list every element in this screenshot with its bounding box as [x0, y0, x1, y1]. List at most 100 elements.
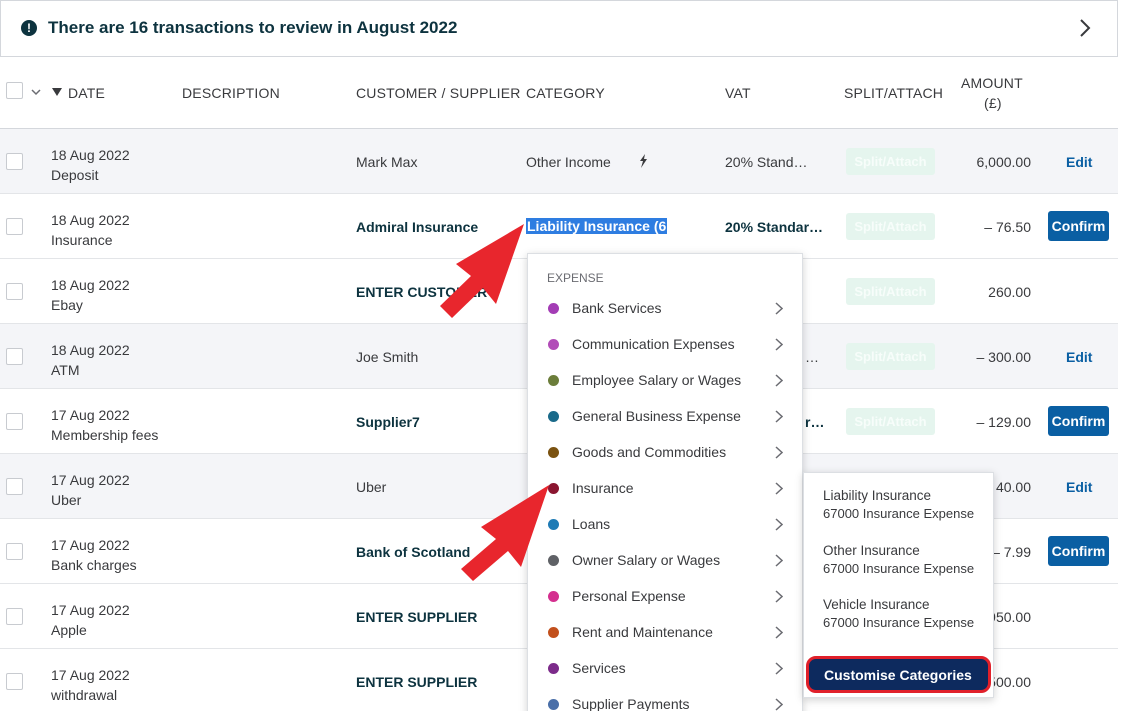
submenu-item-account: 67000 Insurance Expense — [823, 615, 975, 630]
row-amount: – 300.00 — [976, 349, 1032, 365]
column-description[interactable]: DESCRIPTION — [182, 85, 280, 101]
submenu-item-account: 67000 Insurance Expense — [823, 561, 975, 576]
row-vat[interactable]: 20% Stand… — [725, 154, 825, 170]
menu-item-label: Goods and Commodities — [572, 444, 727, 460]
column-customer[interactable]: CUSTOMER / SUPPLIER — [356, 85, 521, 101]
chevron-right-icon — [775, 338, 783, 351]
menu-item-label: Rent and Maintenance — [572, 624, 713, 640]
menu-item-label: General Business Expense — [572, 408, 741, 424]
color-dot-icon — [548, 303, 559, 314]
review-banner[interactable]: ! There are 16 transactions to review in… — [0, 0, 1118, 57]
row-description: withdrawal — [51, 687, 118, 703]
menu-item-owner-salary[interactable]: Owner Salary or Wages — [528, 542, 802, 578]
split-attach-button[interactable]: Split/Attach — [846, 343, 935, 370]
row-date: 18 Aug 2022 — [51, 212, 130, 228]
sort-desc-icon[interactable] — [52, 88, 62, 96]
row-amount: – 7.99 — [992, 544, 1031, 560]
row-checkbox[interactable] — [6, 283, 23, 300]
row-customer[interactable]: Bank of Scotland — [356, 544, 470, 560]
menu-item-general-business-expense[interactable]: General Business Expense — [528, 398, 802, 434]
row-amount: – 76.50 — [984, 219, 1031, 235]
row-customer[interactable]: Supplier7 — [356, 414, 420, 430]
menu-item-rent-and-maintenance[interactable]: Rent and Maintenance — [528, 614, 802, 650]
row-checkbox[interactable] — [6, 413, 23, 430]
row-vat[interactable]: 20% Standar… — [725, 219, 825, 235]
column-category[interactable]: CATEGORY — [526, 85, 605, 101]
row-customer[interactable]: ENTER SUPPLIER — [356, 674, 477, 690]
row-vat[interactable]: … — [805, 349, 819, 365]
row-checkbox[interactable] — [6, 543, 23, 560]
split-attach-button[interactable]: Split/Attach — [846, 408, 935, 435]
edit-link[interactable]: Edit — [1066, 479, 1092, 495]
menu-item-communication-expenses[interactable]: Communication Expenses — [528, 326, 802, 362]
row-amount: 260.00 — [988, 284, 1031, 300]
row-checkbox[interactable] — [6, 478, 23, 495]
menu-item-insurance[interactable]: Insurance — [528, 470, 802, 506]
row-checkbox[interactable] — [6, 673, 23, 690]
row-amount: 40.00 — [995, 479, 1031, 495]
row-customer[interactable]: Mark Max — [356, 154, 417, 170]
row-description: Deposit — [51, 167, 99, 183]
row-description: Membership fees — [51, 427, 159, 443]
row-customer[interactable]: ENTER SUPPLIER — [356, 609, 477, 625]
split-attach-button[interactable]: Split/Attach — [846, 148, 935, 175]
menu-section-expense: EXPENSE — [547, 271, 604, 285]
column-amount[interactable]: AMOUNT — [961, 75, 1023, 91]
menu-item-loans[interactable]: Loans — [528, 506, 802, 542]
banner-text: There are 16 transactions to review in A… — [48, 18, 458, 37]
submenu-item-name: Vehicle Insurance — [823, 597, 930, 612]
row-checkbox[interactable] — [6, 348, 23, 365]
row-customer[interactable]: Joe Smith — [356, 349, 418, 365]
confirm-button[interactable]: Confirm — [1048, 406, 1109, 436]
menu-item-employee-salary[interactable]: Employee Salary or Wages — [528, 362, 802, 398]
edit-link[interactable]: Edit — [1066, 349, 1092, 365]
submenu-item-liability-insurance[interactable]: Liability Insurance 67000 Insurance Expe… — [823, 487, 974, 523]
menu-item-personal-expense[interactable]: Personal Expense — [528, 578, 802, 614]
color-dot-icon — [548, 591, 559, 602]
split-attach-button[interactable]: Split/Attach — [846, 213, 935, 240]
column-amount-unit: (£) — [984, 95, 1002, 111]
row-description: ATM — [51, 362, 80, 378]
row-date: 17 Aug 2022 — [51, 472, 130, 488]
chevron-right-icon — [775, 302, 783, 315]
confirm-button[interactable]: Confirm — [1048, 211, 1109, 241]
menu-item-services[interactable]: Services — [528, 650, 802, 686]
category-dropdown: EXPENSE Bank Services Communication Expe… — [527, 253, 803, 711]
row-checkbox[interactable] — [6, 608, 23, 625]
row-customer[interactable]: Uber — [356, 479, 386, 495]
chevron-right-icon — [775, 446, 783, 459]
submenu-item-other-insurance[interactable]: Other Insurance 67000 Insurance Expense — [823, 542, 974, 578]
row-date: 18 Aug 2022 — [51, 147, 130, 163]
table-row[interactable]: 18 Aug 2022 Insurance Admiral Insurance L… — [0, 194, 1118, 259]
submenu-item-vehicle-insurance[interactable]: Vehicle Insurance 67000 Insurance Expens… — [823, 596, 974, 632]
alert-icon: ! — [21, 20, 37, 36]
menu-item-label: Loans — [572, 516, 611, 532]
row-date: 17 Aug 2022 — [51, 407, 130, 423]
chevron-down-icon[interactable] — [31, 89, 41, 96]
menu-item-supplier-payments[interactable]: Supplier Payments — [528, 686, 802, 711]
row-category[interactable]: Other Income — [526, 154, 611, 170]
chevron-right-icon — [775, 410, 783, 423]
row-description: Ebay — [51, 297, 83, 313]
customise-categories-button[interactable]: Customise Categories — [806, 656, 991, 693]
column-vat[interactable]: VAT — [725, 85, 751, 101]
select-all-checkbox[interactable] — [6, 82, 23, 99]
edit-link[interactable]: Edit — [1066, 154, 1092, 170]
menu-item-goods-and-commodities[interactable]: Goods and Commodities — [528, 434, 802, 470]
chevron-right-icon[interactable] — [1079, 18, 1091, 38]
menu-item-bank-services[interactable]: Bank Services — [528, 290, 802, 326]
insurance-submenu: Liability Insurance 67000 Insurance Expe… — [803, 472, 994, 698]
row-description: Bank charges — [51, 557, 137, 573]
confirm-button[interactable]: Confirm — [1048, 536, 1109, 566]
category-input-selected[interactable]: Liability Insurance (6 — [526, 218, 668, 234]
column-date[interactable]: DATE — [68, 85, 105, 101]
color-dot-icon — [548, 447, 559, 458]
row-date: 17 Aug 2022 — [51, 537, 130, 553]
row-checkbox[interactable] — [6, 153, 23, 170]
row-checkbox[interactable] — [6, 218, 23, 235]
row-vat[interactable]: r… — [805, 414, 824, 430]
table-row[interactable]: 18 Aug 2022 Deposit Mark Max Other Income… — [0, 129, 1118, 194]
customise-categories-label: Customise Categories — [824, 667, 972, 683]
split-attach-button[interactable]: Split/Attach — [846, 278, 935, 305]
row-date: 17 Aug 2022 — [51, 667, 130, 683]
